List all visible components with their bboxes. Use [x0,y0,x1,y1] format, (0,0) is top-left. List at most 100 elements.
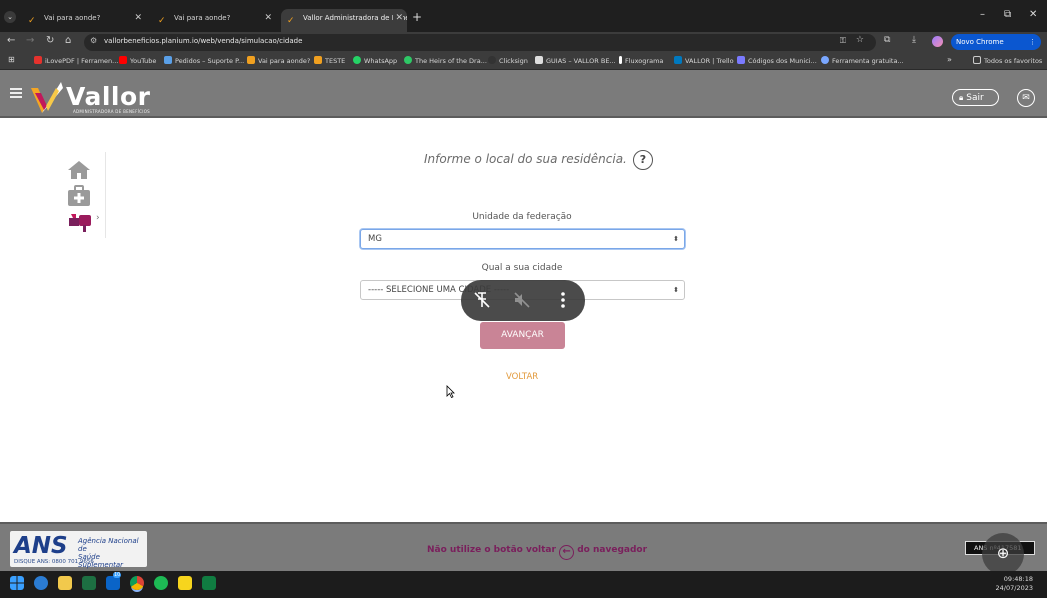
minimize-icon[interactable]: – [980,9,985,20]
apps-grid-icon[interactable]: ⊞ [8,55,15,64]
floating-media-controls [461,280,585,321]
zoom-in-icon[interactable]: ⊕ [982,533,1024,575]
bookmark-item[interactable]: Ferramenta gratuita... [821,56,904,65]
ans-phone: DISQUE ANS: 0800 701 9656 [14,559,94,565]
help-icon[interactable]: ? [633,150,653,170]
bookmarks-bar: ⊞ iLovePDF | Ferramen... YouTube Pedidos… [0,52,1047,70]
bookmark-item[interactable]: iLovePDF | Ferramen... [34,56,118,65]
screen: ⌄ ✓ Vai para aonde? ✕ ✓ Vai para aonde? … [0,0,1047,598]
hamburger-menu-icon[interactable] [10,88,22,98]
excel-icon[interactable] [82,576,96,590]
site-info-icon[interactable]: ⚙ [90,36,97,45]
home-icon[interactable] [67,160,91,180]
bookmark-favicon-icon [164,56,172,64]
bookmark-star-icon[interactable]: ☆ [856,35,864,45]
back-link[interactable]: VOLTAR [506,372,538,382]
url-text: vallorbeneficios.planium.io/web/venda/si… [104,37,303,45]
file-explorer-icon[interactable] [58,576,72,590]
extensions-icon[interactable]: ⧉ [884,35,890,45]
home-icon[interactable]: ⌂ [65,35,71,46]
forward-arrow-icon[interactable]: → [26,35,34,46]
restore-icon[interactable]: ⧉ [1004,9,1011,20]
close-icon[interactable]: ✕ [393,9,403,27]
mailbox-icon[interactable] [67,212,93,232]
youtube-icon [119,56,127,64]
page-prompt: Informe o local do sua residência. [424,152,627,166]
city-label: Qual a sua cidade [481,263,563,273]
logout-label: Sair [966,93,984,103]
close-icon[interactable]: ✕ [134,9,142,27]
chrome-update-button[interactable]: Novo Chrome disponível ⋮ [951,34,1041,62]
sticky-notes-icon[interactable] [178,576,192,590]
site-footer: ANS Agência Nacional de Saúde Suplementa… [0,522,1047,575]
bookmark-item[interactable]: Códigos dos Munici... [737,56,817,65]
bookmark-favicon-icon [404,56,412,64]
bookmark-favicon-icon [821,56,829,64]
download-icon[interactable]: ⤓ [912,35,916,45]
all-bookmarks[interactable]: Todos os favoritos [973,56,1042,65]
tab-title: Vallor Administradora de Benef [303,14,407,22]
tab-title: Vai para aonde? [44,14,101,22]
mute-icon[interactable] [513,291,531,309]
folder-icon [973,56,981,64]
back-arrow-icon[interactable]: ← [7,35,15,46]
vallor-favicon-icon: ✓ [158,16,166,26]
site-header: Vallor ADMINISTRADORA DE BENEFÍCIOS 🔒︎ Sa… [0,70,1047,118]
edge-icon[interactable] [34,576,48,590]
bookmark-item[interactable]: YouTube [119,56,156,65]
bookmark-item[interactable]: WhatsApp [353,56,397,65]
vallor-favicon-icon: ✓ [28,16,36,26]
browser-tab-1[interactable]: ✓ Vai para aonde? ✕ [22,9,146,32]
logout-button[interactable]: 🔒︎ Sair [952,89,999,106]
windows-start-icon[interactable] [10,576,24,590]
menu-dots-icon: ⋮ [1029,38,1036,46]
bookmark-item[interactable]: The Heirs of the Dra... [404,56,487,65]
mail-icon[interactable]: ✉ [1017,89,1035,107]
spotify-icon[interactable] [154,576,168,590]
tab-title: Vai para aonde? [174,14,231,22]
back-circle-icon: ← [559,545,575,560]
bookmark-item[interactable]: Pedidos – Suporte P... [164,56,244,65]
select-arrow-icon: ⬍ [673,235,679,243]
system-clock[interactable]: 09:48:18 24/07/2023 [996,575,1033,593]
clock-date: 24/07/2023 [995,584,1033,592]
bookmark-item[interactable]: Clicksign [488,56,528,65]
mail-count-badge: 10 [113,572,122,578]
browser-tab-active[interactable]: ✓ Vallor Administradora de Benef ✕ [281,9,407,32]
vallor-favicon-icon: ✓ [287,16,295,26]
uf-selected-value: MG [368,234,382,244]
browser-tab-2[interactable]: ✓ Vai para aonde? ✕ [152,9,276,32]
logo-text: Vallor [66,82,151,111]
tab-search-icon[interactable]: ⌄ [4,11,16,23]
trello-icon [674,56,682,64]
step-icon-rail: › [64,152,106,238]
window-close-icon[interactable]: ✕ [1029,9,1037,20]
bookmark-item[interactable]: VALLOR | Trello [674,56,734,65]
advance-button[interactable]: AVANÇAR [480,322,565,349]
bookmark-favicon-icon [247,56,255,64]
bookmark-item[interactable]: GUIAS – VALLOR BE... [535,56,616,65]
new-tab-icon[interactable]: + [412,10,422,24]
reload-icon[interactable]: ↻ [46,35,54,46]
unpin-icon[interactable] [473,291,491,309]
bookmark-favicon-icon [535,56,543,64]
chrome-icon[interactable] [130,576,144,590]
bookmark-item[interactable]: Vai para aonde? [247,56,310,65]
close-icon[interactable]: ✕ [264,9,272,27]
bookmark-favicon-icon [34,56,42,64]
more-bookmarks-icon[interactable]: » [947,55,952,64]
bookmark-item[interactable]: Fluxograma [619,56,663,65]
bookmark-item[interactable]: TESTE [314,56,345,65]
logo-subtitle: ADMINISTRADORA DE BENEFÍCIOS [73,109,151,114]
key-icon[interactable]: ⚿ [840,36,846,46]
address-bar[interactable]: ⚙ vallorbeneficios.planium.io/web/venda/… [84,34,876,51]
profile-avatar[interactable] [932,36,943,47]
vallor-logo-icon [31,82,63,113]
more-options-icon[interactable] [559,291,567,309]
outlook-icon[interactable]: 10 [106,572,122,590]
excel-file-icon[interactable] [202,576,216,590]
medical-kit-icon[interactable] [67,185,91,207]
chevron-right-icon[interactable]: › [96,213,100,223]
bookmark-favicon-icon [737,56,745,64]
uf-select[interactable]: MG ⬍ [360,229,685,249]
